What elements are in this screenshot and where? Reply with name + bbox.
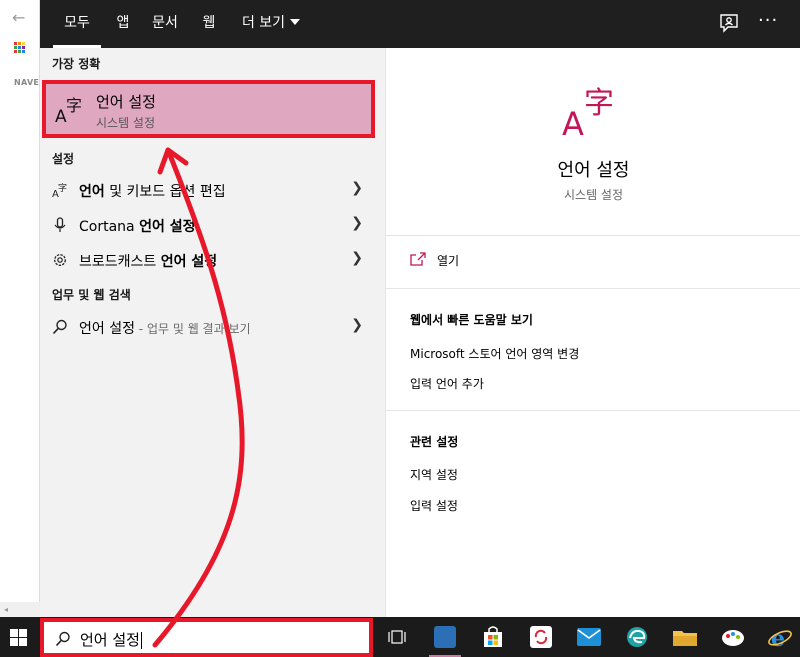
settings-item-prefix: Cortana <box>79 219 140 235</box>
search-panel: 모두 앱 문서 웹 더 보기 ··· 가장 정확 A 字 언어 설정 시스템 설… <box>40 0 800 617</box>
settings-item-cortana-language[interactable]: Cortana 언어 설정 ❯ <box>40 207 385 241</box>
language-icon: A 字 <box>55 96 82 126</box>
best-match-result[interactable]: A 字 언어 설정 시스템 설정 <box>42 80 375 138</box>
results-list: 가장 정확 A 字 언어 설정 시스템 설정 설정 A 字 언어 및 키보드 옵… <box>40 48 385 617</box>
taskbar: 언어 설정 e <box>0 617 800 657</box>
nav-label: NAVE <box>14 78 40 87</box>
chevron-right-icon: ❯ <box>351 317 363 333</box>
tab-web[interactable]: 웹 <box>194 0 224 48</box>
web-search-heading: 업무 및 웹 검색 <box>52 288 131 302</box>
settings-item-label: 브로드캐스트 언어 설정 <box>79 251 217 271</box>
best-match-subtitle: 시스템 설정 <box>96 116 156 130</box>
related-settings-heading: 관련 설정 <box>410 435 459 449</box>
divider <box>386 410 800 411</box>
search-tab-bar: 모두 앱 문서 웹 더 보기 ··· <box>40 0 800 48</box>
result-preview-pane: A 字 언어 설정 시스템 설정 열기 웹에서 빠른 도움말 보기 Micros… <box>385 48 800 617</box>
taskbar-app-file-explorer[interactable] <box>661 617 709 657</box>
task-view-button[interactable] <box>373 617 421 657</box>
open-label: 열기 <box>437 254 460 268</box>
tab-all-label: 모두 <box>64 15 90 31</box>
chevron-down-icon <box>290 19 301 25</box>
back-arrow-icon[interactable]: ← <box>12 8 25 27</box>
tab-documents[interactable]: 문서 <box>146 0 184 48</box>
feedback-icon[interactable] <box>718 12 740 34</box>
language-icon: A 字 <box>562 86 614 140</box>
web-help-heading: 웹에서 빠른 도움말 보기 <box>410 313 533 327</box>
taskbar-app-internet-explorer[interactable]: e <box>757 617 800 657</box>
chevron-right-icon: ❯ <box>351 180 363 196</box>
internet-explorer-icon: e <box>768 626 792 649</box>
svg-text:字: 字 <box>584 86 614 121</box>
open-icon <box>410 252 426 266</box>
taskbar-app-edge[interactable] <box>613 617 661 657</box>
tab-all[interactable]: 모두 <box>53 0 101 48</box>
settings-item-label: 언어 및 키보드 옵션 편집 <box>79 181 226 201</box>
preview-title: 언어 설정 <box>557 160 630 181</box>
microphone-icon <box>54 217 66 232</box>
hangul-app-icon <box>434 626 456 648</box>
taskbar-app-hangul[interactable] <box>421 617 469 657</box>
settings-heading: 설정 <box>52 152 75 166</box>
start-button[interactable] <box>0 617 40 657</box>
settings-item-bold-text: 언어 설정 <box>160 254 218 270</box>
related-link-region[interactable]: 지역 설정 <box>410 466 458 483</box>
web-search-suffix: - 업무 및 웹 결과 보기 <box>134 322 251 336</box>
chevron-right-icon: ❯ <box>351 250 363 266</box>
tab-apps[interactable]: 앱 <box>108 0 138 48</box>
web-search-query: 언어 설정 <box>79 321 135 337</box>
taskbar-app-mail[interactable] <box>565 617 613 657</box>
windows-logo-icon <box>10 629 27 646</box>
settings-item-bold-text: 언어 <box>79 184 105 200</box>
search-icon <box>52 319 67 335</box>
taskbar-app-paint[interactable] <box>709 617 757 657</box>
search-icon <box>55 631 70 647</box>
language-icon: A 字 <box>52 182 67 199</box>
svg-text:字: 字 <box>58 182 67 194</box>
best-match-heading: 가장 정확 <box>52 57 101 71</box>
web-link-add-input-language[interactable]: 입력 언어 추가 <box>410 375 484 392</box>
best-match-title: 언어 설정 <box>96 93 156 111</box>
svg-text:A: A <box>562 105 584 140</box>
gear-icon <box>54 254 66 266</box>
horizontal-scrollbar[interactable]: ◂ <box>0 602 40 617</box>
edge-icon <box>627 627 647 647</box>
taskbar-search-input[interactable]: 언어 설정 <box>40 618 373 657</box>
divider <box>386 288 800 289</box>
chevron-right-icon: ❯ <box>351 215 363 231</box>
mail-icon <box>577 628 601 646</box>
scroll-left-icon[interactable]: ◂ <box>4 605 8 614</box>
settings-item-language-keyboard[interactable]: A 字 언어 및 키보드 옵션 편집 ❯ <box>40 172 385 206</box>
settings-item-rest-text: 및 키보드 옵션 편집 <box>104 184 226 200</box>
settings-item-bold-text: 언어 설정 <box>139 219 196 235</box>
search-value: 언어 설정 <box>80 629 142 650</box>
taskbar-app-store[interactable] <box>469 617 517 657</box>
tab-web-label: 웹 <box>202 15 216 31</box>
tab-more-label: 더 보기 <box>241 15 286 31</box>
background-browser-window: ← NAVE ◂ <box>0 0 40 617</box>
web-search-label: 언어 설정 - 업무 및 웹 결과 보기 <box>79 318 251 338</box>
preview-subtitle: 시스템 설정 <box>563 188 623 202</box>
apps-grid-icon[interactable] <box>14 42 26 54</box>
settings-item-prefix: 브로드캐스트 <box>79 254 161 270</box>
web-link-store-language[interactable]: Microsoft 스토어 언어 영역 변경 <box>410 345 579 362</box>
task-view-icon <box>388 630 406 644</box>
text-caret <box>140 632 142 649</box>
tab-apps-label: 앱 <box>116 15 130 31</box>
store-icon <box>484 626 502 647</box>
more-options-icon[interactable]: ··· <box>758 10 778 31</box>
search-query-text: 언어 설정 <box>80 631 140 649</box>
web-search-result[interactable]: 언어 설정 - 업무 및 웹 결과 보기 ❯ <box>40 309 385 343</box>
sync-app-icon <box>530 626 552 648</box>
tab-documents-label: 문서 <box>152 15 178 31</box>
tab-more[interactable]: 더 보기 <box>235 0 307 48</box>
paint-app-icon <box>722 630 744 646</box>
preview-header: A 字 언어 설정 시스템 설정 <box>386 48 800 236</box>
related-link-input[interactable]: 입력 설정 <box>410 497 458 514</box>
settings-item-label: Cortana 언어 설정 <box>79 216 195 236</box>
settings-item-broadcast-language[interactable]: 브로드캐스트 언어 설정 ❯ <box>40 242 385 276</box>
taskbar-app-sync[interactable] <box>517 617 565 657</box>
file-explorer-icon <box>673 631 697 646</box>
svg-text:字: 字 <box>66 96 82 115</box>
